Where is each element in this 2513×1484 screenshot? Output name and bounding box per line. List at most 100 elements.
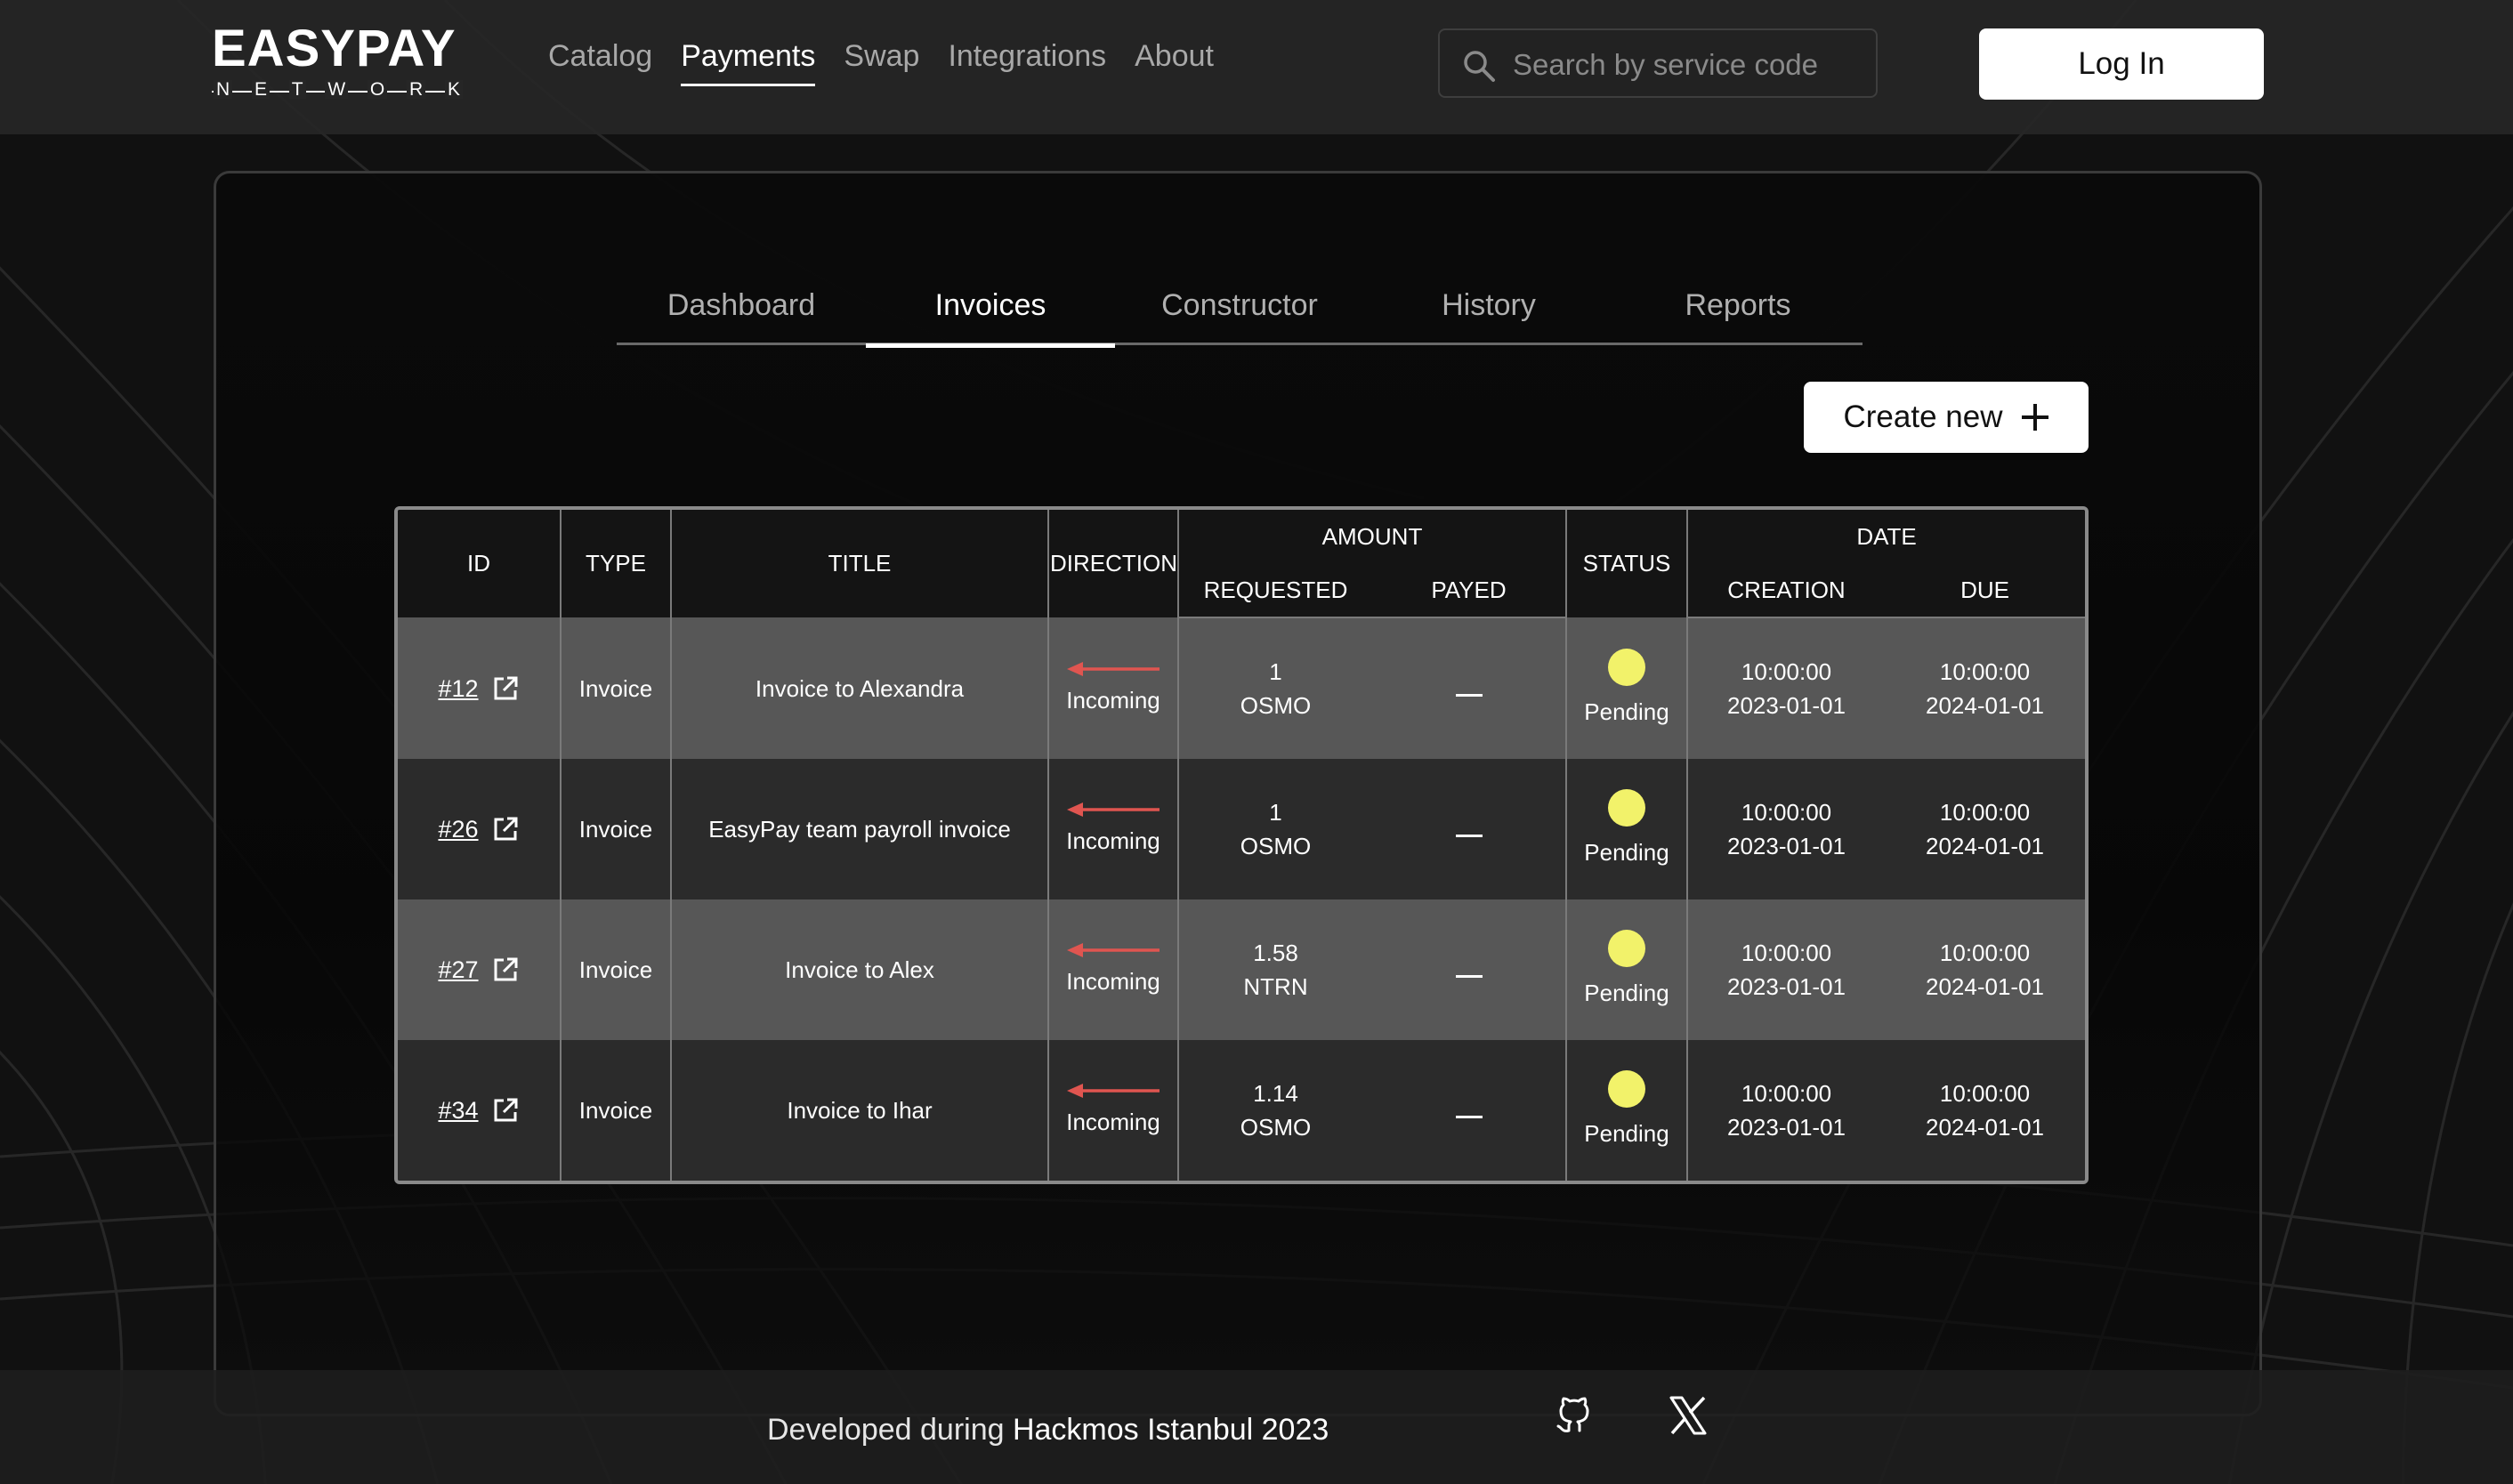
pending-status-dot — [1608, 1070, 1646, 1108]
cell-type: Invoice — [561, 1040, 672, 1181]
due-time: 10:00:00 — [1939, 799, 2031, 826]
cell-creation: 10:00:00 2023-01-01 — [1687, 617, 1886, 759]
logo-letter: W — [325, 80, 349, 99]
logo-wordmark: EASYPAY — [212, 20, 457, 77]
cell-creation: 10:00:00 2023-01-01 — [1687, 1040, 1886, 1181]
invoice-id-link[interactable]: #34 — [438, 1093, 519, 1127]
cell-id: #34 — [398, 1040, 562, 1181]
requested-token: OSMO — [1240, 1114, 1312, 1141]
cell-status: Pending — [1566, 899, 1689, 1040]
cell-id: #12 — [398, 617, 562, 759]
table-row: #34 Invoice Invoice to Ihar Incoming 1.1… — [398, 1040, 2085, 1181]
logo-letter: N — [214, 80, 233, 99]
cell-payed — [1372, 617, 1568, 759]
top-header: EASYPAY N E T W O R K Catalog Payments S… — [0, 0, 2513, 134]
cell-type: Invoice — [561, 759, 672, 899]
cell-due: 10:00:00 2024-01-01 — [1885, 899, 2085, 1040]
direction-label: Incoming — [1066, 686, 1160, 714]
footer: Developed during Hackmos Istanbul 2023 — [0, 1370, 2513, 1484]
invoice-id: #34 — [438, 1097, 479, 1124]
search-box — [1438, 28, 1878, 98]
invoice-id-link[interactable]: #26 — [438, 812, 519, 846]
direction-label: Incoming — [1066, 968, 1160, 995]
cell-due: 10:00:00 2024-01-01 — [1885, 1040, 2085, 1181]
login-button[interactable]: Log In — [1979, 28, 2264, 100]
empty-dash — [1455, 835, 1483, 837]
tab-constructor[interactable]: Constructor — [1115, 278, 1364, 343]
nav-catalog[interactable]: Catalog — [548, 36, 652, 86]
tab-history[interactable]: History — [1364, 278, 1613, 343]
incoming-arrow-icon — [1067, 1084, 1160, 1098]
footer-prefix: Developed during — [767, 1413, 1013, 1447]
nav-about[interactable]: About — [1135, 36, 1214, 86]
main-nav: Catalog Payments Swap Integrations About — [548, 36, 1242, 86]
pending-status-dot — [1608, 930, 1646, 967]
empty-dash — [1455, 1116, 1483, 1118]
cell-status: Pending — [1566, 617, 1689, 759]
invoice-id-link[interactable]: #12 — [438, 672, 519, 706]
cell-payed — [1372, 899, 1568, 1040]
cell-requested: 1.14 OSMO — [1178, 1040, 1372, 1181]
cell-creation: 10:00:00 2023-01-01 — [1687, 759, 1886, 899]
external-link-icon — [494, 676, 518, 699]
easypay-logo[interactable]: EASYPAY N E T W O R K — [212, 23, 463, 103]
create-new-label: Create new — [1843, 399, 2003, 434]
status-label: Pending — [1584, 980, 1669, 1006]
requested-token: NTRN — [1243, 973, 1308, 1000]
incoming-arrow-icon — [1067, 943, 1160, 957]
external-link-icon — [494, 817, 518, 841]
due-date: 2024-01-01 — [1926, 973, 2045, 1000]
github-icon[interactable] — [1554, 1395, 1595, 1436]
cell-id: #26 — [398, 759, 562, 899]
search-icon — [1464, 51, 1495, 82]
cell-creation: 10:00:00 2023-01-01 — [1687, 899, 1886, 1040]
cell-title: Invoice to Alexandra — [671, 617, 1049, 759]
nav-integrations[interactable]: Integrations — [948, 36, 1106, 86]
creation-time: 10:00:00 — [1741, 658, 1832, 685]
logo-letter: E — [251, 80, 270, 99]
col-header-id: ID — [398, 510, 562, 617]
creation-date: 2023-01-01 — [1727, 1114, 1846, 1141]
cell-status: Pending — [1566, 1040, 1689, 1181]
col-header-status: STATUS — [1566, 510, 1689, 617]
invoice-id-link[interactable]: #27 — [438, 953, 519, 987]
section-tabs: Dashboard Invoices Constructor History R… — [617, 278, 1863, 348]
cell-requested: 1 OSMO — [1178, 617, 1372, 759]
empty-dash — [1455, 694, 1483, 697]
cell-direction: Incoming — [1048, 617, 1179, 759]
requested-amount: 1 — [1269, 658, 1282, 685]
create-new-button[interactable]: Create new — [1804, 382, 2089, 453]
direction-label: Incoming — [1066, 827, 1160, 854]
x-twitter-icon[interactable] — [1668, 1395, 1709, 1436]
footer-credit: Developed during Hackmos Istanbul 2023 — [767, 1413, 1329, 1448]
incoming-arrow-icon — [1067, 802, 1160, 817]
cell-payed — [1372, 1040, 1568, 1181]
cell-requested: 1 OSMO — [1178, 759, 1372, 899]
requested-amount: 1.14 — [1253, 1080, 1298, 1107]
col-header-type: TYPE — [561, 510, 672, 617]
col-header-payed: PAYED — [1372, 563, 1568, 618]
requested-amount: 1.58 — [1253, 940, 1298, 966]
cell-direction: Incoming — [1048, 759, 1179, 899]
empty-dash — [1455, 975, 1483, 978]
nav-payments[interactable]: Payments — [681, 36, 816, 86]
col-header-creation: CREATION — [1687, 563, 1886, 618]
logo-letter: T — [288, 80, 306, 99]
cell-title: Invoice to Ihar — [671, 1040, 1049, 1181]
search-input[interactable] — [1511, 43, 1862, 87]
cell-status: Pending — [1566, 759, 1689, 899]
external-link-icon — [494, 1098, 518, 1122]
cell-direction: Incoming — [1048, 1040, 1179, 1181]
plus-icon — [2022, 404, 2049, 431]
nav-swap[interactable]: Swap — [844, 36, 919, 86]
tab-invoices[interactable]: Invoices — [866, 278, 1115, 348]
col-header-amount: AMOUNT — [1178, 510, 1568, 563]
due-time: 10:00:00 — [1939, 658, 2031, 685]
due-date: 2024-01-01 — [1926, 1114, 2045, 1141]
tab-dashboard[interactable]: Dashboard — [617, 278, 866, 343]
creation-time: 10:00:00 — [1741, 799, 1832, 826]
tab-reports[interactable]: Reports — [1613, 278, 1863, 343]
cell-title: Invoice to Alex — [671, 899, 1049, 1040]
col-header-requested: REQUESTED — [1178, 563, 1372, 618]
creation-time: 10:00:00 — [1741, 940, 1832, 966]
